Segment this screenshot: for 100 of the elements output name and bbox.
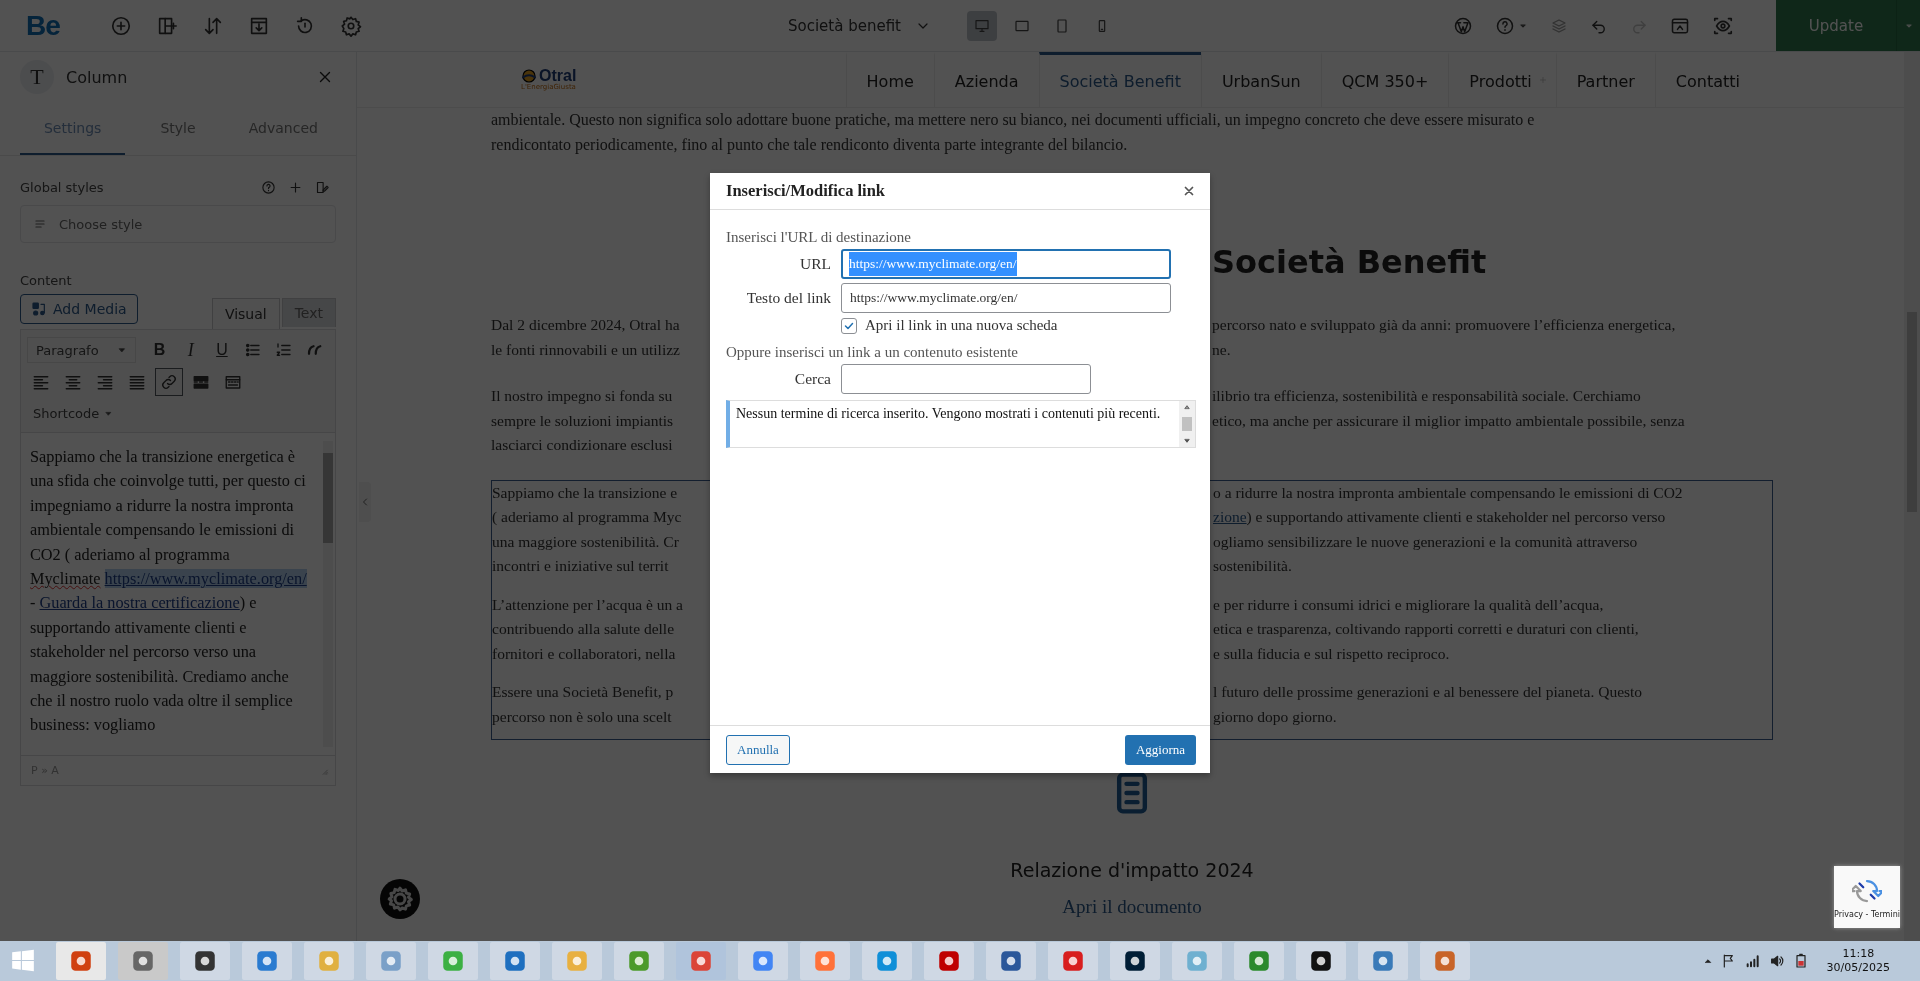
numbered-list-icon[interactable]	[275, 341, 294, 359]
document-link[interactable]: Apri il documento	[1062, 894, 1202, 919]
body-text: ogliamo sensibilizzare le nuove generazioni e la comunità attraverso	[1213, 531, 1639, 552]
shortcode-dropdown[interactable]: Shortcode	[27, 400, 120, 426]
nav-link[interactable]: Azienda	[933, 52, 1039, 107]
scrollbar[interactable]	[323, 441, 333, 747]
add-media-button[interactable]: Add Media	[20, 294, 138, 324]
cancel-button[interactable]: Annulla	[726, 734, 790, 765]
builder-logo[interactable]: Be	[26, 9, 60, 42]
close-icon[interactable]	[1182, 184, 1196, 198]
app-icon	[1432, 948, 1458, 974]
app-icon	[1060, 948, 1086, 974]
settings-icon[interactable]	[339, 14, 362, 37]
nav-link[interactable]: Società Benefit	[1038, 52, 1201, 107]
body-text: fornitori e collaboratori, nella	[492, 643, 677, 664]
tablet-icon[interactable]	[1054, 17, 1070, 34]
bold-button[interactable]: B	[146, 336, 174, 364]
recaptcha-links[interactable]: Privacy - Termini	[1834, 909, 1900, 919]
app-icon	[998, 948, 1024, 974]
app-icon	[812, 948, 838, 974]
app-icon	[750, 948, 776, 974]
bullet-list-icon[interactable]	[244, 341, 263, 359]
read-more-icon[interactable]	[192, 373, 210, 391]
body-text: etica e trasparenza, coltivando rapporti corretti e duraturi con clienti,	[1213, 619, 1640, 639]
body-link[interactable]: zione	[1213, 508, 1247, 525]
italic-button[interactable]: I	[177, 336, 205, 364]
justify-icon[interactable]	[128, 373, 146, 391]
body-text: e per ridurre i consumi idrici e migliorare la qualità dell’acqua,	[1213, 594, 1605, 615]
align-right-icon[interactable]	[96, 373, 114, 391]
results-notice: Nessun termine di ricerca inserito. Vengono mostrati i contenuti più recenti.	[735, 405, 1162, 423]
taskbar-button[interactable]	[1296, 942, 1346, 980]
body-text: l futuro delle prossime generazioni e al benessere del pianeta. Questo	[1213, 682, 1644, 702]
body-text: ambientale. Questo non significa solo adottare buone pratiche, ma mettere nero su bianco, nei documenti ufficiali, un impegno concreto che deve essere misurato e	[491, 110, 1536, 131]
show-hidden-icon	[1702, 956, 1713, 966]
add-icon[interactable]	[288, 180, 303, 195]
wordpress-icon[interactable]	[1453, 15, 1473, 36]
body-text: Sappiamo che la transizione e	[492, 482, 679, 503]
format-dropdown[interactable]: Paragrafo	[27, 337, 136, 363]
scrollbar[interactable]	[1904, 52, 1920, 941]
body-text: incontri e iniziative sul territ	[492, 556, 670, 576]
checkbox[interactable]	[841, 317, 857, 334]
editor-tab[interactable]: Visual	[211, 298, 280, 329]
help-icon[interactable]	[261, 180, 276, 195]
app-icon	[1122, 948, 1148, 974]
app-icon	[626, 948, 652, 974]
start-icon[interactable]	[10, 948, 36, 974]
update-button[interactable]: Update	[1776, 0, 1896, 51]
app-icon	[68, 948, 94, 974]
dialog-title: Inserisci/Modifica link	[726, 181, 886, 201]
document-title: Relazione d'impatto 2024	[1010, 858, 1254, 883]
link-text-field[interactable]: https://www.myclimate.org/en/	[841, 283, 1171, 313]
link-button[interactable]	[155, 368, 183, 396]
section-heading: Società Benefit	[1212, 242, 1488, 283]
nav-link[interactable]: Prodotti	[1448, 52, 1552, 107]
taskbar-button[interactable]	[180, 942, 230, 980]
body-text: ne.	[1212, 339, 1232, 360]
url-field[interactable]: https://www.myclimate.org/en/	[841, 249, 1171, 279]
app-icon	[192, 948, 218, 974]
app-icon	[564, 948, 590, 974]
body-text: L’attenzione per l’acqua è un a	[492, 594, 684, 615]
toolbar-toggle-icon[interactable]	[224, 373, 242, 391]
caret-icon[interactable]	[117, 345, 127, 355]
help-menu-button[interactable]	[1495, 15, 1528, 36]
update-link-button[interactable]: Aggiorna	[1124, 734, 1196, 765]
scroll-down-icon[interactable]	[1183, 437, 1191, 445]
help-icon[interactable]	[1495, 15, 1515, 36]
body-text: le fonti rinnovabili e un utilizz	[491, 339, 681, 360]
app-icon	[688, 948, 714, 974]
nav-link[interactable]: QCM 350+	[1320, 52, 1449, 107]
signal-icon	[1744, 953, 1761, 969]
nav-link[interactable]: Contatti	[1654, 52, 1760, 107]
device-preview-button[interactable]	[967, 10, 997, 41]
layers-icon[interactable]	[1550, 16, 1568, 35]
desktop-icon[interactable]	[974, 17, 990, 34]
app-icon	[874, 948, 900, 974]
field-label: URL	[799, 255, 832, 273]
speaker-icon	[1768, 953, 1785, 969]
settings-button[interactable]	[380, 879, 420, 919]
body-text: giorno dopo giorno.	[1213, 706, 1338, 727]
scrollbar[interactable]	[1179, 401, 1195, 447]
edit-style-icon[interactable]	[315, 180, 330, 195]
nav-link[interactable]: UrbanSun	[1200, 52, 1321, 107]
search-field[interactable]	[841, 364, 1091, 394]
clock[interactable]: 11:18 30/05/2025	[1826, 947, 1890, 975]
nav-link[interactable]: Home	[845, 52, 934, 107]
field-label: Testo del link	[745, 289, 832, 307]
body-text: Essere una Società Benefit, p	[492, 682, 675, 702]
align-center-icon[interactable]	[64, 373, 82, 391]
add-icon[interactable]	[109, 14, 132, 37]
scroll-up-icon[interactable]	[1183, 403, 1191, 411]
collapse-panel-icon[interactable]	[359, 482, 371, 522]
nav-link[interactable]: Partner	[1555, 52, 1655, 107]
align-left-icon[interactable]	[32, 373, 50, 391]
taskbar-button[interactable]	[1110, 942, 1160, 980]
underline-button[interactable]: U	[208, 336, 236, 364]
editor-link[interactable]: Guarda la nostra certificazione	[39, 593, 240, 613]
media-icon	[31, 301, 47, 317]
page-dropdown[interactable]: Società benefit	[788, 16, 931, 35]
link-icon[interactable]	[160, 373, 178, 391]
app-icon	[316, 948, 342, 974]
